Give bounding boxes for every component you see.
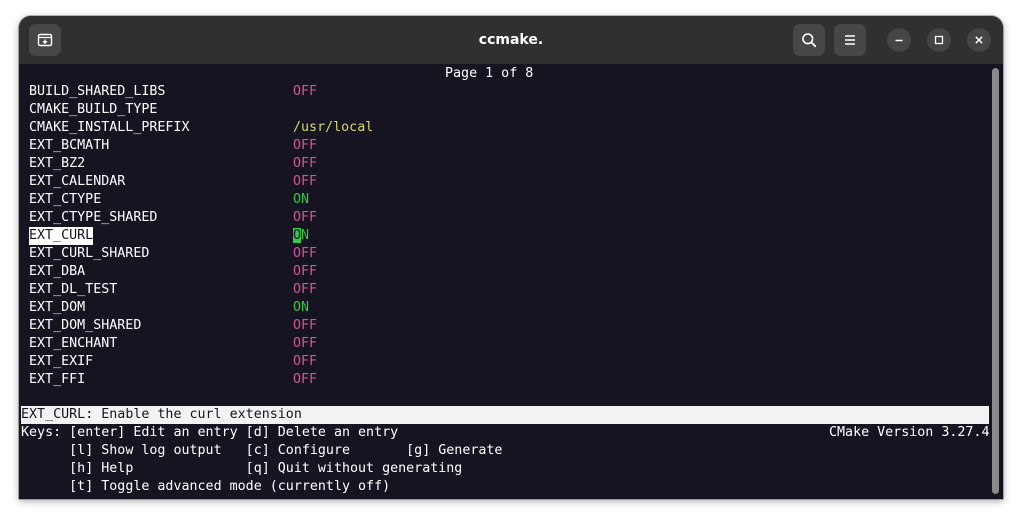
entry-name[interactable]: CMAKE_BUILD_TYPE [29,101,157,119]
entry-name[interactable]: EXT_EXIF [29,353,93,371]
entry-name-selected[interactable]: EXT_CURL [29,227,94,245]
entry-value-rest: N [301,228,310,243]
entry-value[interactable]: OFF [293,263,317,281]
maximize-button[interactable] [927,28,951,52]
maximize-icon [934,35,944,45]
hamburger-menu-icon [845,35,855,45]
entry-name[interactable]: EXT_BCMATH [29,137,109,155]
entry-name[interactable]: EXT_BZ2 [29,155,85,173]
entry-value[interactable]: OFF [293,83,317,101]
terminal-cursor: O [293,228,302,243]
close-button[interactable] [967,28,991,52]
terminal-content[interactable]: Page 1 of 8 BUILD_SHARED_LIBS OFF CMAKE_… [19,64,1003,499]
entry-value[interactable]: OFF [293,317,317,335]
entry-name[interactable]: EXT_FFI [29,371,85,389]
menu-button[interactable] [834,24,866,56]
entry-name[interactable]: EXT_ENCHANT [29,335,117,353]
entry-value[interactable]: /usr/local [293,119,373,137]
entry-name[interactable]: EXT_CTYPE_SHARED [29,209,157,227]
entry-value[interactable]: OFF [293,335,317,353]
entry-value-selected[interactable]: ON [293,227,309,245]
keys-help-line: [l] Show log output [c] Configure [g] Ge… [21,443,503,458]
cmake-version: CMake Version 3.27.4 [829,425,990,440]
search-button[interactable] [793,24,825,56]
entry-value[interactable]: ON [293,191,309,209]
entry-name[interactable]: EXT_CTYPE [29,191,101,209]
entry-name[interactable]: CMAKE_INSTALL_PREFIX [29,119,189,137]
minimize-icon [895,39,903,42]
entry-value[interactable]: ON [293,299,309,317]
entry-name[interactable]: EXT_DOM_SHARED [29,317,141,335]
entry-value[interactable]: OFF [293,245,317,263]
new-tab-icon [37,33,53,47]
entry-value[interactable]: OFF [293,209,317,227]
entry-value[interactable]: OFF [293,281,317,299]
keys-help-line: [h] Help [q] Quit without generating [21,461,463,476]
entry-name[interactable]: EXT_DOM [29,299,85,317]
minimize-button[interactable] [887,28,911,52]
search-icon [802,33,817,48]
close-icon [975,36,983,44]
entry-name[interactable]: EXT_DBA [29,263,85,281]
scrollbar[interactable] [992,68,999,494]
page-indicator: Page 1 of 8 [445,66,534,81]
entry-value[interactable]: OFF [293,155,317,173]
entry-value[interactable]: OFF [293,371,317,389]
keys-help-line: Keys: [enter] Edit an entry [d] Delete a… [21,425,399,440]
keys-help-line: [t] Toggle advanced mode (currently off) [21,479,391,494]
entry-name[interactable]: BUILD_SHARED_LIBS [29,83,165,101]
entry-name[interactable]: EXT_CURL_SHARED [29,245,149,263]
entry-name[interactable]: EXT_DL_TEST [29,281,117,299]
new-tab-button[interactable] [29,24,61,56]
entry-name[interactable]: EXT_CALENDAR [29,173,125,191]
entry-value[interactable]: OFF [293,353,317,371]
title-bar: ccmake. [19,16,1003,64]
entry-value[interactable]: OFF [293,173,317,191]
terminal-window: ccmake. Page 1 of 8 BUILD_SHARED_LIBS OF… [19,16,1003,499]
entry-value[interactable]: OFF [293,137,317,155]
entry-help-status: EXT_CURL: Enable the curl extension [21,406,989,424]
